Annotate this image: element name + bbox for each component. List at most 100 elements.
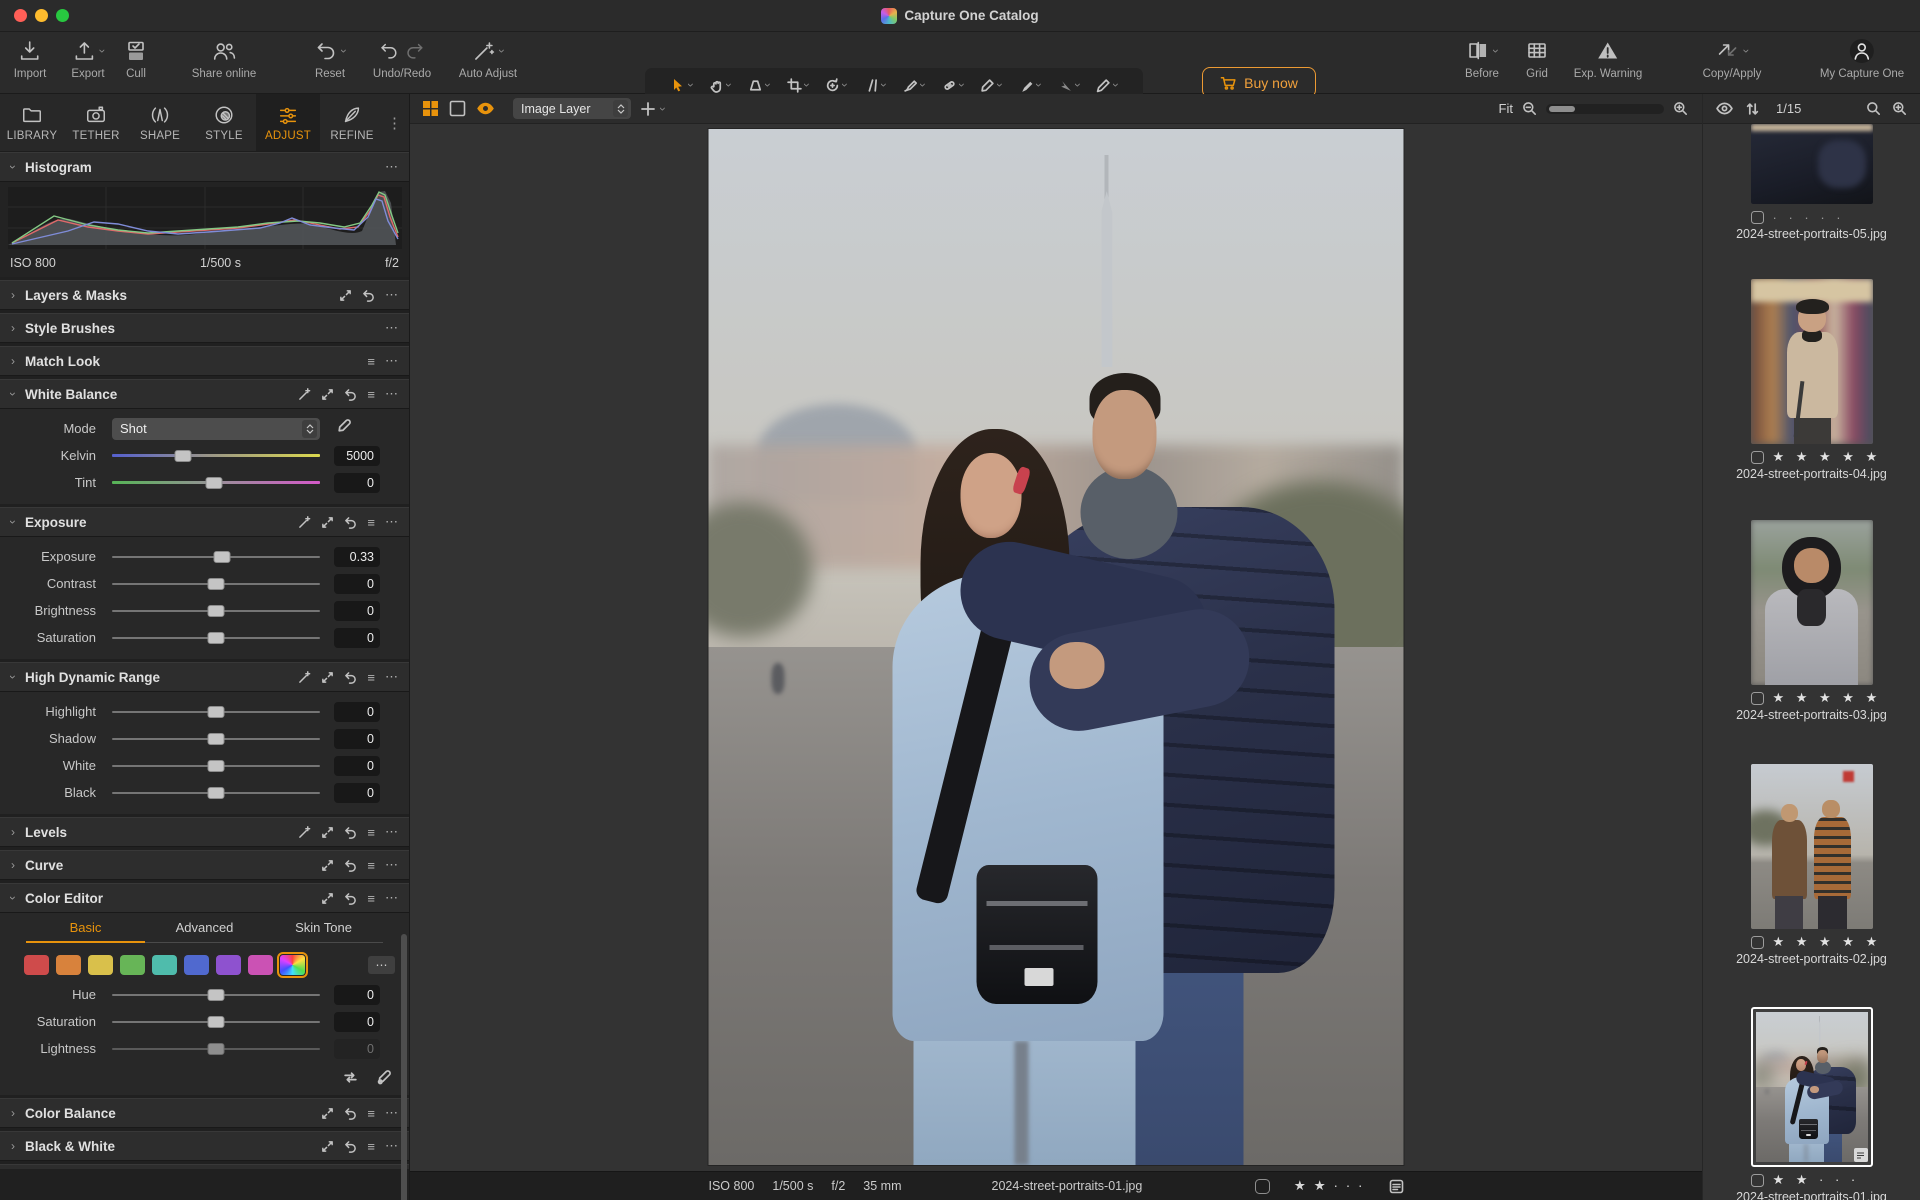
before-button[interactable]: › Before (1465, 37, 1499, 80)
thumbnail-photo-02[interactable] (1751, 764, 1873, 929)
reset-icon[interactable] (344, 826, 357, 839)
swatch-yellow[interactable] (88, 955, 113, 975)
star-rating[interactable]: ★ ★ ★ ★ ★ (1773, 449, 1882, 465)
star-rating[interactable]: ★ ★ · · · (1294, 1178, 1365, 1194)
levels-header[interactable]: › Levels ≡⋯ (0, 817, 409, 847)
swatch-red[interactable] (24, 955, 49, 975)
slider-thumb[interactable] (208, 1043, 225, 1055)
brightness-slider[interactable] (112, 597, 320, 624)
tint-slider[interactable] (112, 469, 320, 496)
expand-icon[interactable] (321, 892, 334, 905)
ce-saturation-slider[interactable] (112, 1008, 320, 1035)
tint-value[interactable]: 0 (334, 473, 380, 493)
minimize-window-button[interactable] (35, 9, 48, 22)
stepper-icon[interactable] (613, 100, 628, 117)
swatch-orange[interactable] (56, 955, 81, 975)
swatch-green[interactable] (120, 955, 145, 975)
reset-icon[interactable] (344, 1140, 357, 1153)
tab-tether[interactable]: TETHER (64, 94, 128, 151)
white-slider[interactable] (112, 752, 320, 779)
thumbnail-photo-04[interactable] (1751, 279, 1873, 444)
reset-icon[interactable] (362, 289, 375, 302)
slider-thumb[interactable] (208, 989, 225, 1001)
slider-thumb[interactable] (208, 1016, 225, 1028)
share-online-button[interactable]: Share online (192, 37, 257, 80)
black-white-header[interactable]: › Black & White ≡⋯ (0, 1131, 409, 1161)
curve-header[interactable]: › Curve ≡⋯ (0, 850, 409, 880)
expand-icon[interactable] (321, 1140, 334, 1153)
match-look-header[interactable]: › Match Look ≡⋯ (0, 346, 409, 376)
auto-adjust-button[interactable]: › Auto Adjust (459, 37, 517, 80)
menu-icon[interactable]: ≡ (367, 1139, 375, 1154)
shadow-value[interactable]: 0 (334, 729, 380, 749)
expand-icon[interactable] (321, 1107, 334, 1120)
export-button[interactable]: › Export (71, 37, 104, 80)
main-photo[interactable] (709, 129, 1404, 1165)
highlight-value[interactable]: 0 (334, 702, 380, 722)
thumbnail-photo-05[interactable] (1751, 124, 1873, 204)
my-capture-one-button[interactable]: My Capture One (1820, 37, 1904, 80)
swatch-more-button[interactable]: ⋯ (368, 956, 395, 974)
search-icon[interactable] (1866, 101, 1881, 116)
hue-value[interactable]: 0 (334, 985, 380, 1005)
layer-select[interactable]: Image Layer (513, 98, 631, 119)
more-icon[interactable]: ⋯ (385, 287, 398, 303)
slider-thumb[interactable] (205, 477, 222, 489)
sort-icon[interactable] (1746, 102, 1759, 116)
keystone-tool-button[interactable]: › (748, 78, 770, 93)
annotate-tool-button[interactable]: › (1096, 78, 1118, 93)
menu-icon[interactable]: ≡ (367, 891, 375, 906)
zoom-slider[interactable] (1546, 104, 1664, 114)
menu-icon[interactable]: ≡ (367, 515, 375, 530)
swatch-blue[interactable] (184, 955, 209, 975)
select-tool-button[interactable]: › (670, 77, 693, 93)
more-icon[interactable]: ⋯ (385, 890, 398, 906)
reset-icon[interactable] (344, 388, 357, 401)
import-button[interactable]: Import (14, 37, 47, 80)
color-editor-header[interactable]: › Color Editor ≡⋯ (0, 883, 409, 913)
lightness-value[interactable]: 0 (334, 1039, 380, 1059)
exposure-header[interactable]: › Exposure ≡⋯ (0, 507, 409, 537)
expand-icon[interactable] (321, 859, 334, 872)
reset-icon[interactable] (344, 671, 357, 684)
filter-zoom-icon[interactable] (1892, 101, 1907, 116)
tab-style[interactable]: STYLE (192, 94, 256, 151)
lightness-slider[interactable] (112, 1035, 320, 1062)
slider-thumb[interactable] (208, 605, 225, 617)
star-rating[interactable]: ★ ★ ★ ★ ★ (1773, 690, 1882, 706)
slider-thumb[interactable] (208, 733, 225, 745)
single-view-icon[interactable] (449, 100, 466, 117)
pick-checkbox[interactable] (1255, 1179, 1270, 1194)
tab-advanced[interactable]: Advanced (145, 920, 264, 943)
reset-icon[interactable] (344, 516, 357, 529)
white-balance-header[interactable]: › White Balance ≡⋯ (0, 379, 409, 409)
white-value[interactable]: 0 (334, 756, 380, 776)
menu-icon[interactable]: ≡ (367, 354, 375, 369)
auto-wand-icon[interactable] (298, 388, 311, 401)
slider-thumb[interactable] (208, 632, 225, 644)
pick-checkbox[interactable] (1751, 936, 1764, 949)
more-icon[interactable]: ⋯ (385, 353, 398, 369)
expand-icon[interactable] (339, 289, 352, 302)
hdr-header[interactable]: › High Dynamic Range ≡⋯ (0, 662, 409, 692)
menu-icon[interactable]: ≡ (367, 1106, 375, 1121)
color-balance-header[interactable]: › Color Balance ≡⋯ (0, 1098, 409, 1128)
pick-checkbox[interactable] (1751, 692, 1764, 705)
shadow-slider[interactable] (112, 725, 320, 752)
zoom-out-icon[interactable] (1522, 101, 1537, 116)
wb-eyedropper-icon[interactable] (336, 419, 351, 434)
more-icon[interactable]: ⋯ (385, 159, 398, 175)
menu-icon[interactable]: ≡ (367, 670, 375, 685)
notes-icon[interactable] (1389, 1179, 1404, 1194)
slider-thumb[interactable] (174, 450, 191, 462)
more-icon[interactable]: ⋯ (385, 824, 398, 840)
tab-skin-tone[interactable]: Skin Tone (264, 920, 383, 943)
slider-thumb[interactable] (208, 706, 225, 718)
saturation-value[interactable]: 0 (334, 628, 380, 648)
slider-thumb[interactable] (208, 760, 225, 772)
star-rating[interactable]: · · · · · (1773, 210, 1845, 225)
eye-icon[interactable] (1716, 102, 1733, 115)
reset-button[interactable]: › Reset (314, 37, 346, 80)
histogram-header[interactable]: › Histogram ⋯ (0, 152, 409, 182)
grid-button[interactable]: Grid (1525, 37, 1549, 80)
